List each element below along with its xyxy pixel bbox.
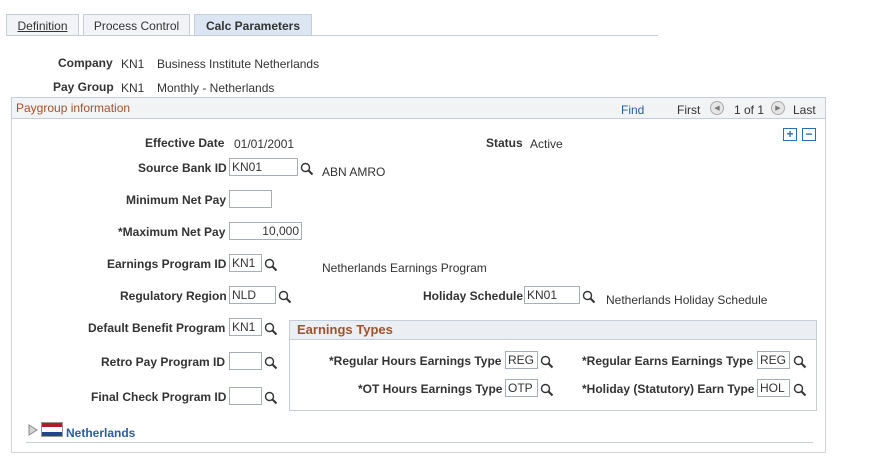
paygroup-information-header	[11, 97, 826, 119]
paygroup-information-title: Paygroup information	[16, 101, 131, 115]
netherlands-flag-icon	[41, 422, 63, 437]
status-label: Status	[486, 136, 523, 150]
default-benefit-input[interactable]: KN1	[229, 318, 262, 336]
company-name: Business Institute Netherlands	[157, 57, 320, 71]
company-label: Company	[58, 56, 113, 70]
paygroup-code: KN1	[121, 81, 145, 95]
find-link[interactable]: Find	[621, 103, 644, 117]
final-check-lookup-icon[interactable]	[264, 391, 278, 405]
tab-process-control-label: Process Control	[93, 18, 180, 33]
earnings-program-label: Earnings Program ID	[107, 257, 227, 271]
tab-definition-label: Definition	[17, 18, 68, 33]
retro-pay-label: Retro Pay Program ID	[101, 355, 226, 369]
regular-earns-label: *Regular Earns Earnings Type	[582, 354, 754, 368]
source-bank-label: Source Bank ID	[138, 161, 227, 175]
netherlands-link[interactable]: Netherlands	[66, 426, 135, 440]
holiday-schedule-lookup-icon[interactable]	[582, 290, 596, 304]
effective-date-value: 01/01/2001	[234, 137, 295, 151]
regulatory-region-input[interactable]: NLD	[229, 286, 276, 304]
tab-definition[interactable]: Definition	[6, 14, 79, 36]
holiday-earn-lookup-icon[interactable]	[793, 383, 807, 397]
triangle-right-icon: ▶	[775, 105, 781, 112]
max-net-pay-input[interactable]: 10,000	[229, 222, 302, 240]
regular-earns-lookup-icon[interactable]	[793, 355, 807, 369]
expand-arrow-icon[interactable]	[28, 424, 38, 436]
final-check-label: Final Check Program ID	[91, 390, 227, 404]
next-row-button[interactable]: ▶	[771, 101, 785, 115]
tab-process-control[interactable]: Process Control	[83, 14, 190, 36]
previous-row-button[interactable]: ◀	[710, 101, 724, 115]
default-benefit-lookup-icon[interactable]	[264, 322, 278, 336]
retro-pay-input[interactable]	[229, 352, 262, 370]
holiday-schedule-desc: Netherlands Holiday Schedule	[606, 293, 768, 307]
holiday-earn-input[interactable]: HOL	[757, 379, 790, 397]
min-net-pay-input[interactable]	[229, 190, 272, 208]
default-benefit-label: Default Benefit Program	[88, 321, 226, 335]
regular-earns-input[interactable]: REG	[757, 351, 790, 369]
source-bank-lookup-icon[interactable]	[300, 162, 314, 176]
source-bank-desc: ABN AMRO	[322, 165, 386, 179]
tab-calc-parameters[interactable]: Calc Parameters	[194, 14, 312, 36]
regulatory-region-label: Regulatory Region	[120, 289, 227, 303]
holiday-schedule-input[interactable]: KN01	[524, 286, 580, 304]
minus-icon: −	[805, 127, 813, 141]
regular-hours-lookup-icon[interactable]	[540, 355, 554, 369]
ot-hours-label: *OT Hours Earnings Type	[358, 382, 503, 396]
plus-icon: +	[786, 127, 794, 141]
regulatory-region-lookup-icon[interactable]	[278, 290, 292, 304]
flag-stripe-blue	[42, 431, 62, 436]
regular-hours-label: *Regular Hours Earnings Type	[329, 354, 502, 368]
holiday-earn-label: *Holiday (Statutory) Earn Type	[582, 382, 755, 396]
status-value: Active	[530, 137, 563, 151]
tab-calc-parameters-label: Calc Parameters	[205, 18, 301, 33]
triangle-left-icon: ◀	[714, 105, 720, 112]
effective-date-label: Effective Date	[145, 136, 225, 150]
max-net-pay-label: *Maximum Net Pay	[118, 225, 226, 239]
company-code: KN1	[121, 57, 145, 71]
ot-hours-input[interactable]: OTP	[505, 379, 538, 397]
earnings-program-desc: Netherlands Earnings Program	[322, 261, 487, 275]
holiday-schedule-label: Holiday Schedule	[423, 289, 524, 303]
final-check-input[interactable]	[229, 387, 262, 405]
regular-hours-input[interactable]: REG	[505, 351, 538, 369]
tab-underline	[6, 35, 658, 36]
ot-hours-lookup-icon[interactable]	[540, 383, 554, 397]
source-bank-input[interactable]: KN01	[229, 158, 298, 176]
paygroup-name: Monthly - Netherlands	[157, 81, 275, 95]
last-label: Last	[793, 103, 816, 117]
row-count: 1 of 1	[734, 103, 765, 117]
earnings-types-title: Earnings Types	[297, 322, 393, 337]
section-divider	[26, 442, 813, 443]
earnings-program-input[interactable]: KN1	[229, 254, 262, 272]
paygroup-label: Pay Group	[53, 80, 114, 94]
retro-pay-lookup-icon[interactable]	[264, 356, 278, 370]
earnings-program-lookup-icon[interactable]	[264, 258, 278, 272]
add-row-button[interactable]: +	[783, 128, 797, 141]
first-label: First	[677, 103, 701, 117]
delete-row-button[interactable]: −	[802, 128, 816, 141]
min-net-pay-label: Minimum Net Pay	[126, 193, 227, 207]
